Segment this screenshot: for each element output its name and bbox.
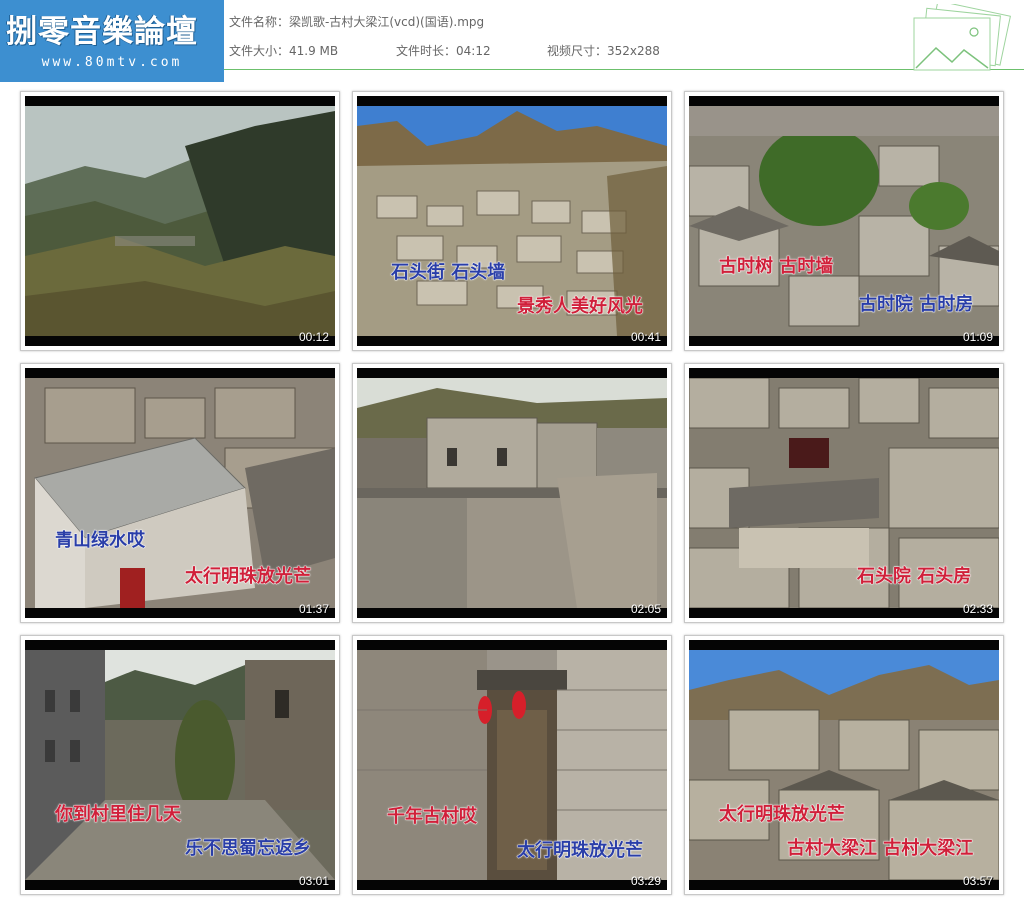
logo-url: www.80mtv.com	[41, 55, 183, 70]
video-frame: 你到村里住几天 乐不思蜀忘返乡 03:01	[25, 640, 335, 890]
lyric-line: 古时树 古时墙	[719, 256, 834, 278]
thumbnail-frame[interactable]: 02:05	[352, 363, 672, 623]
logo-title: 捌零音樂論壇	[6, 14, 198, 50]
lyric-line: 古时院 古时房	[859, 294, 974, 316]
video-resolution: 352x288	[607, 44, 660, 58]
file-duration-row: 文件时长：04:12	[396, 42, 491, 59]
forum-logo: 捌零音樂論壇 www.80mtv.com	[0, 0, 224, 82]
timestamp: 02:33	[962, 602, 993, 616]
thumbnail-frame[interactable]: 太行明珠放光芒 古村大梁江 古村大梁江 03:57	[684, 635, 1004, 895]
lyric-line: 你到村里住几天	[55, 804, 182, 826]
scene-image	[357, 378, 667, 608]
timestamp: 03:01	[298, 874, 329, 888]
file-name-row: 文件名称：梁凯歌-古村大梁江(vcd)(国语).mpg	[229, 13, 484, 30]
video-frame: 青山绿水哎 太行明珠放光芒 01:37	[25, 368, 335, 618]
video-resolution-row: 视频尺寸：352x288	[547, 42, 660, 59]
lyric-line: 千年古村哎	[387, 806, 478, 828]
file-size-label: 文件大小：	[229, 44, 290, 58]
timestamp: 00:12	[298, 330, 329, 344]
video-frame: 千年古村哎 太行明珠放光芒 03:29	[357, 640, 667, 890]
thumbnail-frame[interactable]: 青山绿水哎 太行明珠放光芒 01:37	[20, 363, 340, 623]
video-frame: 太行明珠放光芒 古村大梁江 古村大梁江 03:57	[689, 640, 999, 890]
video-frame: 石头街 石头墙 景秀人美好风光 00:41	[357, 96, 667, 346]
file-duration-label: 文件时长：	[396, 44, 457, 58]
file-name: 梁凯歌-古村大梁江(vcd)(国语).mpg	[289, 15, 485, 29]
video-frame: 00:12	[25, 96, 335, 346]
lyric-line: 青山绿水哎	[55, 530, 146, 552]
file-duration: 04:12	[456, 44, 491, 58]
thumbnail-frame[interactable]: 石头院 石头房 02:33	[684, 363, 1004, 623]
thumbnail-frame[interactable]: 你到村里住几天 乐不思蜀忘返乡 03:01	[20, 635, 340, 895]
header-divider	[224, 69, 1024, 70]
thumbnail-frame[interactable]: 古时树 古时墙 古时院 古时房 01:09	[684, 91, 1004, 351]
file-name-label: 文件名称：	[229, 15, 290, 29]
video-frame: 古时树 古时墙 古时院 古时房 01:09	[689, 96, 999, 346]
lyric-line: 景秀人美好风光	[517, 296, 644, 318]
lyric-line: 石头街 石头墙	[391, 262, 506, 284]
lyric-line: 古村大梁江 古村大梁江	[787, 838, 974, 860]
timestamp: 00:41	[630, 330, 661, 344]
file-size-row: 文件大小：41.9 MB	[229, 42, 338, 59]
video-frame: 石头院 石头房 02:33	[689, 368, 999, 618]
lyric-line: 太行明珠放光芒	[517, 840, 644, 862]
scene-image	[25, 106, 335, 336]
timestamp: 02:05	[630, 602, 661, 616]
lyric-line: 太行明珠放光芒	[185, 566, 312, 588]
timestamp: 03:29	[630, 874, 661, 888]
thumbnail-frame[interactable]: 千年古村哎 太行明珠放光芒 03:29	[352, 635, 672, 895]
timestamp: 01:09	[962, 330, 993, 344]
timestamp: 01:37	[298, 602, 329, 616]
thumbnail-frame[interactable]: 石头街 石头墙 景秀人美好风光 00:41	[352, 91, 672, 351]
timestamp: 03:57	[962, 874, 993, 888]
thumbnail-frame[interactable]: 00:12	[20, 91, 340, 351]
video-frame: 02:05	[357, 368, 667, 618]
video-resolution-label: 视频尺寸：	[547, 44, 608, 58]
lyric-line: 石头院 石头房	[857, 566, 972, 588]
lyric-line: 太行明珠放光芒	[719, 804, 846, 826]
lyric-line: 乐不思蜀忘返乡	[185, 838, 312, 860]
picture-stack-icon	[906, 0, 1016, 72]
file-size: 41.9 MB	[289, 44, 339, 58]
